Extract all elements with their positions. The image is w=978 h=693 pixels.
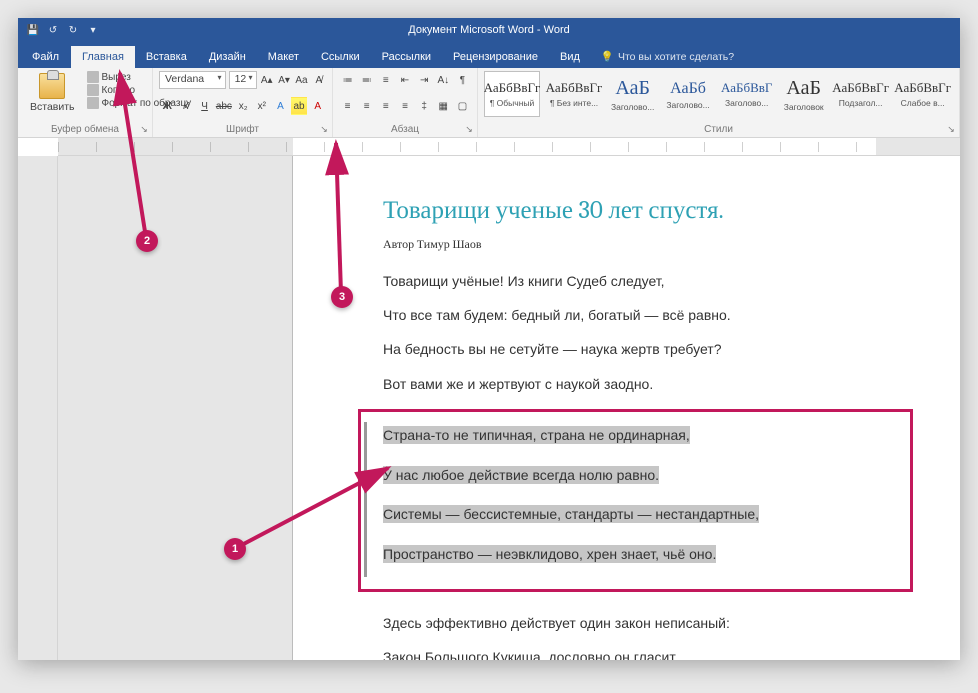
borders-button[interactable]: ▢ xyxy=(454,97,471,115)
group-clipboard: Вставить Вырез Копиро Формат по образцу … xyxy=(18,68,153,137)
strike-button[interactable]: abc xyxy=(215,97,233,115)
show-marks-button[interactable]: ¶ xyxy=(454,71,471,89)
doc-line: Что все там будем: бедный ли, богатый — … xyxy=(383,306,893,324)
group-styles: АаБбВвГг¶ ОбычныйАаБбВвГг¶ Без инте...Аа… xyxy=(478,68,960,137)
doc-author: Автор Тимур Шаов xyxy=(383,237,893,252)
selected-line: Страна-то не типичная, страна не ординар… xyxy=(383,426,690,444)
tab-file[interactable]: Файл xyxy=(20,46,71,68)
word-window: 💾 ↺ ↻ ▾ Документ Microsoft Word - Word Ф… xyxy=(18,18,960,660)
change-case-button[interactable]: Aa xyxy=(294,71,308,89)
doc-line: Здесь эффективно действует один закон не… xyxy=(383,614,893,632)
ribbon-tabs: Файл Главная Вставка Дизайн Макет Ссылки… xyxy=(18,42,960,68)
quick-access-toolbar: 💾 ↺ ↻ ▾ xyxy=(18,23,100,37)
paragraph-group-label: Абзац xyxy=(339,123,471,137)
tab-layout[interactable]: Макет xyxy=(257,46,310,68)
underline-button[interactable]: Ч xyxy=(196,97,213,115)
italic-button[interactable]: К xyxy=(178,97,195,115)
qat-more-icon[interactable]: ▾ xyxy=(86,23,100,37)
doc-line: Вот вами же и жертвуют с наукой заодно. xyxy=(383,375,893,393)
doc-line: Закон Большого Кукиша, дословно он гласи… xyxy=(383,648,893,660)
callout-2: 2 xyxy=(136,230,158,252)
doc-line: На бедность вы не сетуйте — наука жертв … xyxy=(383,340,893,358)
style-4[interactable]: АаБбВвГЗаголово... xyxy=(719,71,775,117)
document-page[interactable]: Товарищи ученые 30 лет спустя. Автор Тим… xyxy=(293,156,960,660)
scissors-icon xyxy=(87,71,99,83)
styles-launcher[interactable] xyxy=(945,123,957,135)
doc-line: Товарищи учёные! Из книги Судеб следует, xyxy=(383,272,893,290)
redo-icon[interactable]: ↻ xyxy=(66,23,80,37)
style-6[interactable]: АаБбВвГгПодзагол... xyxy=(833,71,889,117)
tab-design[interactable]: Дизайн xyxy=(198,46,257,68)
tell-me-label: Что вы хотите сделать? xyxy=(618,51,734,63)
paste-button[interactable]: Вставить xyxy=(24,71,81,123)
lightbulb-icon: 💡 xyxy=(601,50,614,63)
clipboard-icon xyxy=(39,73,65,99)
title-bar: 💾 ↺ ↻ ▾ Документ Microsoft Word - Word xyxy=(18,18,960,42)
style-0[interactable]: АаБбВвГг¶ Обычный xyxy=(484,71,540,117)
tab-home[interactable]: Главная xyxy=(71,46,135,68)
line-spacing-button[interactable]: ‡ xyxy=(416,97,433,115)
decrease-indent-button[interactable]: ⇤ xyxy=(396,71,413,89)
numbering-button[interactable]: ≕ xyxy=(358,71,375,89)
selected-text-region: Страна-то не типичная, страна не ординар… xyxy=(358,409,913,592)
subscript-button[interactable]: x₂ xyxy=(235,97,252,115)
selected-line: У нас любое действие всегда нолю равно. xyxy=(383,466,659,484)
ribbon: Вставить Вырез Копиро Формат по образцу … xyxy=(18,68,960,138)
tab-insert[interactable]: Вставка xyxy=(135,46,198,68)
brush-icon xyxy=(87,97,99,109)
paragraph-launcher[interactable] xyxy=(463,123,475,135)
styles-group-label: Стили xyxy=(484,123,953,137)
justify-button[interactable]: ≡ xyxy=(396,97,413,115)
save-icon[interactable]: 💾 xyxy=(26,23,40,37)
font-color-button[interactable]: A xyxy=(309,97,326,115)
bullets-button[interactable]: ≔ xyxy=(339,71,356,89)
callout-1: 1 xyxy=(224,538,246,560)
align-center-button[interactable]: ≡ xyxy=(358,97,375,115)
clipboard-launcher[interactable] xyxy=(138,123,150,135)
ruler-vertical[interactable] xyxy=(18,156,58,660)
tell-me[interactable]: 💡 Что вы хотите сделать? xyxy=(601,50,734,68)
clipboard-group-label: Буфер обмена xyxy=(24,123,146,137)
paste-label: Вставить xyxy=(30,101,75,113)
style-1[interactable]: АаБбВвГг¶ Без инте... xyxy=(546,71,602,117)
group-paragraph: ≔ ≕ ≡ ⇤ ⇥ A↓ ¶ ≡ ≡ ≡ ≡ ‡ ▦ ▢ А xyxy=(333,68,478,137)
doc-title: Товарищи ученые 30 лет спустя. xyxy=(383,196,893,225)
superscript-button[interactable]: x² xyxy=(254,97,271,115)
shading-button[interactable]: ▦ xyxy=(435,97,452,115)
selected-line: Системы — бессистемные, стандарты — нест… xyxy=(383,505,759,523)
font-size-select[interactable]: 12 xyxy=(229,71,257,89)
increase-indent-button[interactable]: ⇥ xyxy=(416,71,433,89)
clear-format-button[interactable]: A̸ xyxy=(312,71,326,89)
font-launcher[interactable] xyxy=(318,123,330,135)
grow-font-button[interactable]: A▴ xyxy=(260,71,274,89)
style-2[interactable]: АаБЗаголово... xyxy=(608,71,657,117)
shrink-font-button[interactable]: A▾ xyxy=(277,71,291,89)
tab-view[interactable]: Вид xyxy=(549,46,591,68)
undo-icon[interactable]: ↺ xyxy=(46,23,60,37)
align-left-button[interactable]: ≡ xyxy=(339,97,356,115)
style-7[interactable]: АаБбВвГгСлабое в... xyxy=(895,71,951,117)
window-title: Документ Microsoft Word - Word xyxy=(408,24,569,36)
workspace: Товарищи ученые 30 лет спустя. Автор Тим… xyxy=(18,156,960,660)
tab-mailings[interactable]: Рассылки xyxy=(371,46,442,68)
bold-button[interactable]: Ж xyxy=(159,97,176,115)
text-effects-button[interactable]: A xyxy=(272,97,289,115)
style-3[interactable]: АаБбЗаголово... xyxy=(663,71,712,117)
group-font: Verdana 12 A▴ A▾ Aa A̸ Ж К Ч abc x₂ x² A… xyxy=(153,68,333,137)
font-name-select[interactable]: Verdana xyxy=(159,71,226,89)
tab-review[interactable]: Рецензирование xyxy=(442,46,549,68)
font-group-label: Шрифт xyxy=(159,123,326,137)
cut-label: Вырез xyxy=(102,72,131,83)
copy-label: Копиро xyxy=(102,85,136,96)
sort-button[interactable]: A↓ xyxy=(435,71,452,89)
align-right-button[interactable]: ≡ xyxy=(377,97,394,115)
style-5[interactable]: АаБЗаголовок xyxy=(781,71,827,117)
copy-icon xyxy=(87,84,99,96)
multilevel-button[interactable]: ≡ xyxy=(377,71,394,89)
highlight-button[interactable]: ab xyxy=(291,97,308,115)
ruler-horizontal[interactable] xyxy=(58,138,960,156)
callout-3: 3 xyxy=(331,286,353,308)
tab-references[interactable]: Ссылки xyxy=(310,46,371,68)
selected-line: Пространство — неэвклидово, хрен знает, … xyxy=(383,545,716,563)
